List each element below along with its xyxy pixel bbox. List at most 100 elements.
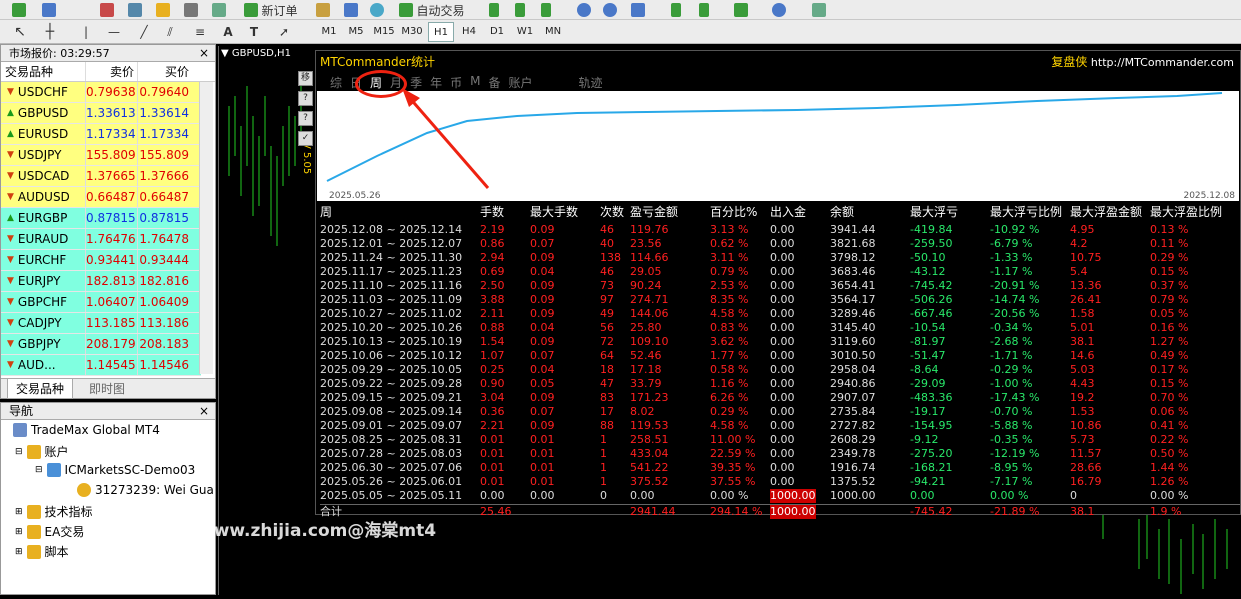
new-chart-button[interactable]	[8, 0, 30, 20]
arrows-button[interactable]: ➚	[272, 22, 296, 42]
tf-m15[interactable]: M15	[371, 22, 397, 42]
nav-scripts[interactable]: ⊞ 脚本	[15, 543, 69, 560]
quote-row[interactable]: ▼ AUDUSD 0.66487 0.66487	[1, 187, 201, 208]
new-order-button[interactable]: 新订单	[240, 0, 302, 20]
nav-accounts[interactable]: ⊟ 账户	[15, 443, 69, 460]
candle-chart-button[interactable]	[510, 0, 530, 20]
fibo-button[interactable]: ≡	[190, 22, 210, 42]
quote-row[interactable]: ▼ AUD... 1.14545 1.14546	[1, 355, 201, 376]
quote-row[interactable]: ▼ USDJPY 155.809 155.809	[1, 145, 201, 166]
brand-url[interactable]: http://MTCommander.com	[1091, 56, 1234, 69]
panel-tab[interactable]: 备	[488, 74, 500, 91]
navigator-button[interactable]	[152, 0, 174, 20]
label-button[interactable]: T	[244, 22, 264, 42]
panel-tab[interactable]	[541, 74, 571, 91]
zoom-out-button[interactable]	[600, 0, 620, 20]
signals-button[interactable]	[366, 0, 388, 20]
nav-user[interactable]: 31273239: Wei Gua	[77, 483, 214, 497]
panel-tab[interactable]: 轨迹	[579, 74, 603, 91]
panel-tab[interactable]: 账户	[508, 74, 532, 91]
tf-m1[interactable]: M1	[316, 22, 342, 42]
quote-row[interactable]: ▼ GBPCHF 1.06407 1.06409	[1, 292, 201, 313]
quote-row[interactable]: ▲ GBPUSD 1.33613 1.33614	[1, 103, 201, 124]
help2-button[interactable]: ?	[298, 111, 313, 126]
panel-tab[interactable]: 季	[410, 74, 422, 91]
tf-w1[interactable]: W1	[512, 22, 538, 42]
panel-tab[interactable]: 币	[450, 74, 462, 91]
nav-ea[interactable]: ⊞ EA交易	[15, 523, 84, 540]
zoom-in-button[interactable]	[574, 0, 594, 20]
text-button[interactable]: A	[218, 22, 238, 42]
tester-button[interactable]	[208, 0, 230, 20]
quote-row[interactable]: ▼ EURJPY 182.813 182.816	[1, 271, 201, 292]
table-cell: 2.50	[480, 279, 505, 292]
nav-root[interactable]: TradeMax Global MT4	[13, 423, 160, 437]
move-button[interactable]: 移	[298, 71, 313, 86]
table-row: 2025.11.10 ~ 2025.11.16 2.50 0.09 73 90.24 2.…	[320, 279, 1240, 293]
tab-tick-chart[interactable]: 即时图	[81, 379, 133, 399]
panel-tab[interactable]: 年	[430, 74, 442, 91]
tf-h1[interactable]: H1	[428, 22, 454, 42]
autoscroll-button[interactable]	[666, 0, 686, 20]
indicators-button[interactable]	[726, 0, 756, 20]
vline-button[interactable]: |	[76, 22, 96, 42]
table-cell: 4.58 %	[710, 307, 749, 320]
table-cell: 1.26 %	[1150, 475, 1189, 488]
crosshair-button[interactable]: ┼	[40, 22, 60, 42]
help-button[interactable]: ?	[298, 91, 313, 106]
tf-mn[interactable]: MN	[540, 22, 566, 42]
table-cell: -81.97	[910, 335, 946, 348]
chart-tab[interactable]: ▼ GBPUSD,H1	[221, 48, 291, 59]
table-cell: 114.66	[630, 251, 669, 264]
tf-m30[interactable]: M30	[399, 22, 425, 42]
col-bid[interactable]: 卖价	[86, 62, 138, 81]
templates-button[interactable]	[804, 0, 834, 20]
quote-row[interactable]: ▼ EURCHF 0.93441 0.93444	[1, 250, 201, 271]
market-watch-rows: ▼ USDCHF 0.79638 0.79640 ▲ GBPUSD 1.33613 1.336…	[1, 82, 215, 376]
panel-side-buttons: 移 ? ? ✓	[298, 71, 314, 151]
nav-server[interactable]: ⊟ ICMarketsSC-Demo03	[35, 463, 195, 477]
quote-row[interactable]: ▼ EURAUD 1.76476 1.76478	[1, 229, 201, 250]
market-watch-button[interactable]	[96, 0, 118, 20]
quote-row[interactable]: ▲ EURUSD 1.17334 1.17334	[1, 124, 201, 145]
terminal-button[interactable]	[180, 0, 202, 20]
col-ask[interactable]: 买价	[138, 62, 192, 81]
close-icon[interactable]: ×	[199, 403, 209, 420]
chart-shift-button[interactable]	[694, 0, 714, 20]
tab-symbols[interactable]: 交易品种	[7, 379, 74, 399]
hline-button[interactable]: —	[104, 22, 124, 42]
table-cell: 0.58 %	[710, 363, 749, 376]
trendline-button[interactable]: ╱	[134, 22, 154, 42]
table-cell: 2.21	[480, 419, 505, 432]
tile-button[interactable]	[628, 0, 648, 20]
close-icon[interactable]: ×	[199, 45, 209, 62]
col-symbol[interactable]: 交易品种	[1, 62, 86, 81]
table-cell: 0.41 %	[1150, 419, 1189, 432]
hammer-button[interactable]	[312, 0, 334, 20]
panel-tab[interactable]: M	[470, 74, 480, 91]
quote-row[interactable]: ▼ GBPJPY 208.179 208.183	[1, 334, 201, 355]
profiles-button[interactable]	[38, 0, 60, 20]
periods-button[interactable]	[764, 0, 794, 20]
line-chart-button[interactable]	[536, 0, 556, 20]
tf-d1[interactable]: D1	[484, 22, 510, 42]
channel-button[interactable]: ⫽	[160, 22, 180, 42]
quote-bid: 0.93441	[86, 250, 138, 270]
table-cell: 18	[600, 363, 614, 376]
panel-tab[interactable]: 综	[330, 74, 342, 91]
quote-row[interactable]: ▲ EURGBP 0.87815 0.87815	[1, 208, 201, 229]
history-button[interactable]	[340, 0, 362, 20]
quote-row[interactable]: ▼ USDCAD 1.37665 1.37666	[1, 166, 201, 187]
quote-row[interactable]: ▼ CADJPY 113.185 113.186	[1, 313, 201, 334]
cursor-button[interactable]: ↖	[10, 22, 30, 42]
quote-row[interactable]: ▼ USDCHF 0.79638 0.79640	[1, 82, 201, 103]
tf-m5[interactable]: M5	[343, 22, 369, 42]
table-cell: 47	[600, 377, 614, 390]
tf-h4[interactable]: H4	[456, 22, 482, 42]
nav-indicators[interactable]: ⊞ 技术指标	[15, 503, 93, 520]
autotrade-button[interactable]: 自动交易	[394, 0, 470, 20]
check-button[interactable]: ✓	[298, 131, 313, 146]
data-window-button[interactable]	[124, 0, 146, 20]
bar-chart-button[interactable]	[484, 0, 504, 20]
scrollbar[interactable]	[199, 82, 213, 374]
